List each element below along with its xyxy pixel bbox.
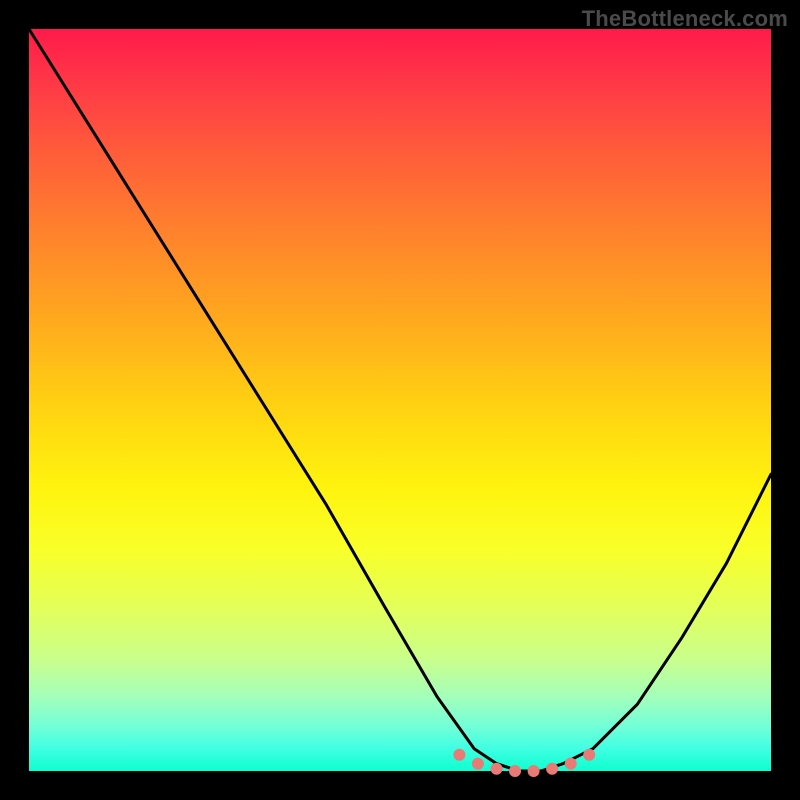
bottleneck-curve (29, 29, 771, 771)
watermark-text: TheBottleneck.com (582, 6, 788, 32)
chart-svg (29, 29, 771, 771)
accent-dot (509, 765, 521, 777)
accent-dot (565, 758, 577, 770)
accent-dots (453, 749, 595, 777)
accent-dot (546, 763, 558, 775)
accent-dot (491, 763, 503, 775)
accent-dot (453, 749, 465, 761)
accent-dot (472, 758, 484, 770)
accent-dot (528, 765, 540, 777)
curve-path (29, 29, 771, 771)
chart-frame: TheBottleneck.com (0, 0, 800, 800)
accent-dot (583, 749, 595, 761)
